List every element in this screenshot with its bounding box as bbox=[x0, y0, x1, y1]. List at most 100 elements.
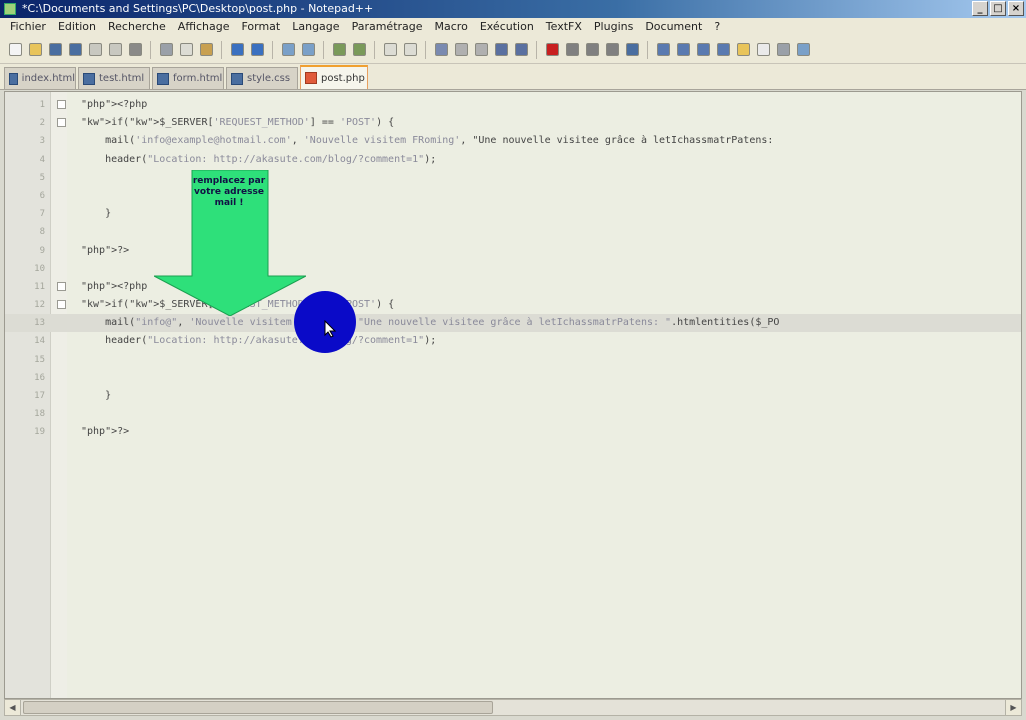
sync-v-button[interactable] bbox=[381, 41, 399, 59]
code-line[interactable]: 3 mail('info@example@hotmail.com', 'Nouv… bbox=[5, 132, 1021, 150]
wrap-icon bbox=[434, 43, 448, 56]
tab-label: post.php bbox=[321, 72, 365, 84]
code-line[interactable]: 15 bbox=[5, 351, 1021, 369]
save-macro-button[interactable] bbox=[623, 41, 641, 59]
menu-item[interactable]: Fichier bbox=[4, 18, 52, 36]
minimize-button[interactable]: _ bbox=[972, 1, 988, 16]
redo-button[interactable] bbox=[248, 41, 266, 59]
menu-item[interactable]: Affichage bbox=[172, 18, 236, 36]
doc-map-button[interactable] bbox=[512, 41, 530, 59]
paste-button[interactable] bbox=[197, 41, 215, 59]
menu-item[interactable]: Document bbox=[639, 18, 708, 36]
stop-macro-icon bbox=[565, 43, 579, 56]
notepad-plus-plus-icon bbox=[4, 3, 16, 15]
zoom-out-button[interactable] bbox=[350, 41, 368, 59]
line-number: 19 bbox=[34, 427, 45, 438]
close-button[interactable] bbox=[86, 41, 104, 59]
code-line[interactable]: 1 "php"><?php bbox=[5, 96, 1021, 114]
menu-item[interactable]: ? bbox=[708, 18, 726, 36]
stop-macro-button[interactable] bbox=[563, 41, 581, 59]
wrap-button[interactable] bbox=[432, 41, 450, 59]
new-file-button[interactable] bbox=[6, 41, 24, 59]
tab-1[interactable]: test.html bbox=[78, 67, 150, 89]
menu-item[interactable]: Exécution bbox=[474, 18, 540, 36]
doc-button[interactable] bbox=[754, 41, 772, 59]
document-tabs: index.html test.html form.html style.css pos… bbox=[0, 64, 1026, 90]
menu-item[interactable]: Format bbox=[235, 18, 286, 36]
close-icon bbox=[88, 43, 102, 56]
undo-icon bbox=[230, 43, 244, 56]
code-line[interactable]: 18 bbox=[5, 405, 1021, 423]
maximize-button[interactable]: □ bbox=[990, 1, 1006, 16]
line-number: 4 bbox=[39, 154, 45, 165]
lang-button[interactable] bbox=[492, 41, 510, 59]
close-all-icon bbox=[108, 43, 122, 56]
zoom-in-button[interactable] bbox=[330, 41, 348, 59]
play-macro-button[interactable] bbox=[583, 41, 601, 59]
find-icon bbox=[281, 43, 295, 56]
code-line[interactable]: 13 mail("info@", 'Nouvelle visitem FRomi… bbox=[5, 314, 1021, 333]
close-button[interactable]: × bbox=[1008, 1, 1024, 16]
line-number: 17 bbox=[34, 391, 45, 401]
menu-item[interactable]: Paramétrage bbox=[346, 18, 429, 36]
tab-2[interactable]: form.html bbox=[152, 67, 224, 89]
undo-button[interactable] bbox=[228, 41, 246, 59]
menu-item[interactable]: Plugins bbox=[588, 18, 639, 36]
code-line[interactable]: 19 "php">?> bbox=[5, 423, 1021, 441]
line-number: 7 bbox=[39, 209, 45, 220]
tab-0[interactable]: index.html bbox=[4, 67, 76, 89]
scroll-right-arrow-icon[interactable]: ▶ bbox=[1005, 700, 1021, 715]
tag-button[interactable] bbox=[674, 41, 692, 59]
copy-button[interactable] bbox=[177, 41, 195, 59]
bookmark-button[interactable] bbox=[694, 41, 712, 59]
code-line[interactable]: 16 bbox=[5, 369, 1021, 387]
fold-toggle-icon[interactable] bbox=[57, 100, 66, 109]
open-file-button[interactable] bbox=[26, 41, 44, 59]
tab-4[interactable]: post.php bbox=[300, 65, 368, 89]
scroll-thumb[interactable] bbox=[23, 701, 493, 714]
code-line[interactable]: 4 header("Location: http://akasute.com/b… bbox=[5, 151, 1021, 169]
code-line[interactable]: 17 } bbox=[5, 387, 1021, 405]
line-number: 9 bbox=[39, 245, 45, 256]
all-chars-button[interactable] bbox=[452, 41, 470, 59]
fold-toggle-icon[interactable] bbox=[57, 281, 66, 291]
tab-3[interactable]: style.css bbox=[226, 67, 298, 89]
indent-guide-button[interactable] bbox=[472, 41, 490, 59]
print-button[interactable] bbox=[126, 41, 144, 59]
code-line[interactable]: 2 "kw">if("kw">$_SERVER['REQUEST_METHOD']… bbox=[5, 114, 1021, 132]
toolbar-separator bbox=[374, 40, 375, 59]
function-button[interactable] bbox=[714, 41, 732, 59]
menu-item[interactable]: Recherche bbox=[102, 18, 172, 36]
close-all-button[interactable] bbox=[106, 41, 124, 59]
fold-toggle-icon[interactable] bbox=[57, 118, 66, 128]
file-icon bbox=[157, 72, 169, 85]
menu-item[interactable]: Langage bbox=[286, 18, 345, 36]
play-multiple-button[interactable] bbox=[603, 41, 621, 59]
fold-toggle-icon[interactable] bbox=[57, 300, 66, 310]
save-button[interactable] bbox=[46, 41, 64, 59]
format-button[interactable] bbox=[654, 41, 672, 59]
scroll-left-arrow-icon[interactable]: ◀ bbox=[5, 700, 21, 715]
toolbar-separator bbox=[425, 40, 426, 59]
line-number: 11 bbox=[34, 281, 45, 292]
toolbar-separator bbox=[221, 40, 222, 59]
tab-label: form.html bbox=[173, 73, 223, 84]
menu-item[interactable]: Macro bbox=[429, 18, 474, 36]
tool-button[interactable] bbox=[774, 41, 792, 59]
cut-icon bbox=[159, 43, 173, 56]
save-all-button[interactable] bbox=[66, 41, 84, 59]
record-macro-button[interactable] bbox=[543, 41, 561, 59]
menu-item[interactable]: Edition bbox=[52, 18, 102, 36]
find-button[interactable] bbox=[279, 41, 297, 59]
folder-button[interactable] bbox=[734, 41, 752, 59]
line-number: 15 bbox=[34, 354, 45, 365]
tag-icon bbox=[676, 43, 690, 56]
replace-button[interactable] bbox=[299, 41, 317, 59]
horizontal-scrollbar[interactable]: ◀ ▶ bbox=[4, 699, 1022, 716]
sync-h-button[interactable] bbox=[401, 41, 419, 59]
code-line[interactable]: 14 header("Location: http://akasute.com/… bbox=[5, 332, 1021, 350]
help-button[interactable] bbox=[794, 41, 812, 59]
cut-button[interactable] bbox=[157, 41, 175, 59]
menu-item[interactable]: TextFX bbox=[540, 18, 588, 36]
line-number: 16 bbox=[34, 372, 45, 383]
